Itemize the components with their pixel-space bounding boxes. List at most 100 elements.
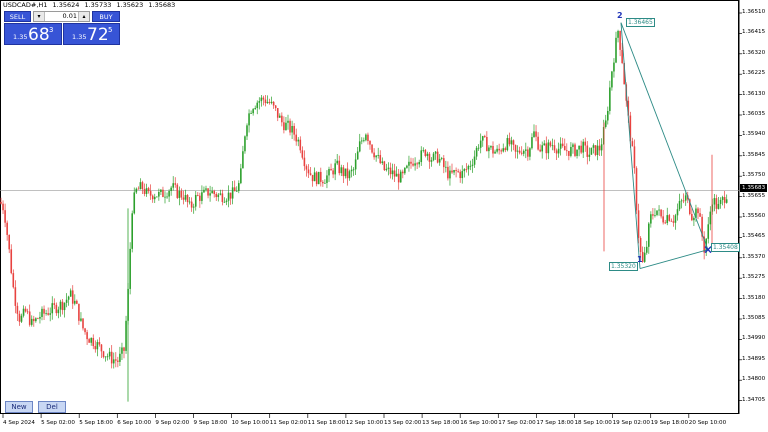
candle-body: [479, 140, 482, 148]
candle-body: [672, 221, 675, 223]
candle-body: [315, 172, 318, 185]
candle-body: [637, 210, 640, 238]
zigzag-point-1-label: 1.35320: [609, 262, 638, 271]
candle-body: [404, 167, 406, 174]
candle-body: [590, 147, 593, 155]
x-axis-label: 6 Sep 10:00: [117, 420, 152, 426]
candle-body: [527, 149, 529, 157]
lot-decrease-icon[interactable]: ▾: [34, 12, 45, 21]
candle-body: [660, 209, 662, 217]
sell-button[interactable]: SELL: [4, 11, 31, 22]
candle-body: [541, 145, 543, 152]
candle-body: [8, 234, 10, 250]
candle-body: [94, 346, 97, 350]
candle-body: [621, 49, 623, 64]
candle-body: [430, 160, 433, 162]
candle-body: [664, 222, 666, 224]
x-axis-ticks: [2, 414, 690, 418]
candle-body: [580, 145, 582, 153]
y-axis-label: 1.35370: [742, 253, 766, 260]
buy-price-prefix: 1.35: [72, 33, 87, 41]
candle-body: [96, 342, 99, 350]
candle-body: [666, 215, 669, 224]
candle-body: [326, 175, 328, 183]
candle-body: [381, 161, 384, 164]
candle-body: [276, 108, 279, 118]
y-axis-label: 1.34895: [742, 355, 766, 362]
new-button[interactable]: New: [5, 401, 33, 413]
candle-body: [582, 141, 584, 153]
candle-body: [184, 195, 187, 200]
y-axis-label: 1.35560: [742, 213, 766, 219]
candle-body: [531, 137, 533, 149]
candle-body: [631, 141, 634, 147]
candle-body: [369, 140, 371, 145]
candle-body: [287, 120, 289, 123]
candle-body: [406, 165, 408, 168]
x-axis-label: 11 Sep 18:00: [307, 420, 346, 426]
candle-body: [61, 301, 64, 311]
candle-body: [229, 192, 232, 199]
candle-body: [63, 302, 66, 311]
candle-body: [592, 145, 595, 148]
candle-body: [158, 192, 160, 197]
candle-body: [272, 101, 275, 106]
candle-body: [600, 144, 603, 151]
candle-body: [320, 171, 322, 182]
candle-body: [207, 188, 209, 196]
candle-body: [481, 136, 484, 141]
candle-body: [436, 151, 439, 163]
candle-body: [344, 168, 347, 177]
candle-body: [149, 191, 152, 196]
candle-body: [74, 300, 76, 304]
lot-size-field[interactable]: ▾ 0.01 ▴: [33, 11, 90, 22]
candle-body: [108, 351, 111, 357]
candle-body: [12, 273, 15, 288]
candle-body: [570, 146, 572, 156]
candle-body: [604, 120, 607, 127]
buy-button[interactable]: BUY: [92, 11, 120, 22]
candle-body: [645, 246, 648, 253]
candle-body: [416, 163, 418, 165]
ohlc-open: 1.35624: [52, 1, 80, 9]
candle-body: [110, 351, 113, 364]
sell-price-button[interactable]: 1.35 68 3: [4, 23, 62, 45]
candle-body: [596, 145, 599, 155]
candle-body: [461, 171, 464, 179]
x-axis-label: 20 Sep 10:00: [688, 420, 727, 426]
candle-body: [650, 214, 652, 224]
zigzag-point-1-number: 1: [637, 255, 643, 264]
candle-body: [563, 146, 566, 151]
candle-body: [309, 173, 312, 175]
candle-body: [219, 193, 222, 195]
candle-body: [348, 171, 351, 179]
delete-button[interactable]: Del: [38, 401, 66, 413]
candle-body: [684, 195, 687, 201]
candle-body: [47, 313, 49, 315]
candle-body: [432, 153, 435, 161]
candle-body: [451, 170, 453, 173]
candle-body: [233, 187, 236, 192]
candle-body: [408, 161, 410, 166]
candle-body: [59, 301, 62, 310]
lot-increase-icon[interactable]: ▴: [78, 12, 89, 21]
buy-price-button[interactable]: 1.35 72 5: [63, 23, 120, 45]
candle-body: [334, 163, 336, 175]
candle-body: [78, 303, 80, 321]
candle-body: [65, 299, 68, 303]
y-axis-label: 1.35085: [742, 315, 766, 321]
candle-body: [235, 190, 238, 192]
candle-body: [699, 213, 701, 217]
candle-body: [662, 216, 664, 223]
candle-body: [67, 296, 70, 300]
price-chart[interactable]: [0, 0, 768, 432]
candle-body: [682, 200, 685, 202]
candle-body: [26, 311, 29, 313]
x-axis-label: 5 Sep 02:00: [41, 420, 75, 426]
candle-body: [215, 193, 218, 198]
candle-body: [192, 206, 195, 208]
candle-body: [104, 356, 107, 358]
lot-size-value[interactable]: 0.01: [63, 12, 77, 21]
candle-body: [194, 194, 197, 207]
candle-body: [346, 168, 349, 179]
